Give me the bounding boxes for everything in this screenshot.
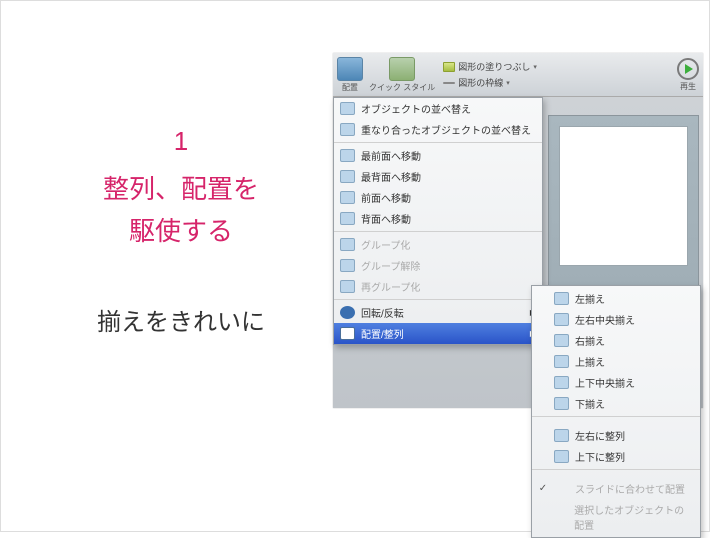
fill-icon [443, 62, 455, 72]
menu-item-label: 前面へ移動 [361, 190, 411, 205]
menu-separator [334, 299, 542, 300]
menu-item-icon [340, 123, 355, 136]
menu-item-label: 再グループ化 [361, 279, 420, 294]
menu-item: グループ化 [334, 234, 542, 255]
menu-item-icon [340, 306, 355, 319]
menu-item[interactable]: 背面へ移動 [334, 208, 542, 229]
ribbon-toolbar: 配置 クイック スタイル 図形の塗りつぶし ▾ 図形の枠線 ▾ 再生 [333, 53, 703, 97]
menu-separator [532, 416, 700, 423]
submenu-item[interactable]: 左右中央揃え [532, 309, 700, 330]
menu-item-label: 回転/反転 [361, 305, 404, 320]
menu-item[interactable]: 最前面へ移動 [334, 145, 542, 166]
menu-item-icon [340, 259, 355, 272]
submenu-item[interactable]: 下揃え [532, 393, 700, 414]
menu-separator [334, 231, 542, 232]
play-icon [677, 58, 699, 80]
slide-preview [559, 126, 688, 266]
slide-subtitle: 揃えをきれいに [36, 302, 326, 337]
slide-title: 整列、配置を 駆使する [36, 169, 326, 252]
align-icon [554, 313, 569, 326]
shape-fill-button[interactable]: 図形の塗りつぶし ▾ [441, 59, 539, 74]
menu-item-label: グループ解除 [361, 258, 420, 273]
chevron-down-icon: ▾ [506, 79, 510, 87]
menu-item-label: 配置/整列 [361, 326, 404, 341]
arrange-icon [337, 57, 363, 81]
menu-item: 再グループ化 [334, 276, 542, 297]
submenu-item-label: 選択したオブジェクトの配置 [574, 502, 692, 532]
chevron-down-icon: ▾ [533, 63, 537, 71]
menu-item-icon [340, 170, 355, 183]
outline-icon [443, 82, 455, 84]
quick-style-button[interactable]: クイック スタイル [369, 57, 435, 93]
menu-item-icon [340, 238, 355, 251]
menu-item-label: 重なり合ったオブジェクトの並べ替え [361, 122, 531, 137]
submenu-item-label: 上揃え [575, 354, 605, 369]
check-icon: ✓ [538, 483, 548, 494]
menu-item-icon [340, 280, 355, 293]
align-submenu: 左揃え左右中央揃え右揃え上揃え上下中央揃え下揃え左右に整列上下に整列 ✓ スライドに… [531, 285, 701, 538]
align-icon [554, 429, 569, 442]
submenu-item-label: 左右中央揃え [575, 312, 635, 327]
align-icon [554, 355, 569, 368]
submenu-item[interactable]: 上揃え [532, 351, 700, 372]
submenu-item-label: 下揃え [575, 396, 605, 411]
align-icon [554, 292, 569, 305]
align-icon [554, 334, 569, 347]
submenu-item-label: 上下に整列 [575, 449, 625, 464]
menu-item-label: 最前面へ移動 [361, 148, 421, 163]
play-button[interactable]: 再生 [677, 58, 699, 92]
submenu-item-label: スライドに合わせて配置 [575, 481, 685, 496]
slide-text-block: 1 整列、配置を 駆使する 揃えをきれいに [36, 126, 326, 337]
submenu-item-label: 右揃え [575, 333, 605, 348]
powerpoint-window: 配置 クイック スタイル 図形の塗りつぶし ▾ 図形の枠線 ▾ 再生 オブジ [333, 53, 703, 408]
menu-item-icon [340, 212, 355, 225]
submenu-item-label: 左右に整列 [575, 428, 625, 443]
menu-separator [334, 142, 542, 143]
menu-item-label: 最背面へ移動 [361, 169, 421, 184]
menu-item-label: オブジェクトの並べ替え [361, 101, 471, 116]
submenu-item[interactable]: 右揃え [532, 330, 700, 351]
menu-item[interactable]: 重なり合ったオブジェクトの並べ替え [334, 119, 542, 140]
submenu-item[interactable]: 左揃え [532, 288, 700, 309]
menu-item-icon [340, 191, 355, 204]
submenu-item[interactable]: 左右に整列 [532, 425, 700, 446]
align-icon [554, 450, 569, 463]
submenu-item-label: 上下中央揃え [575, 375, 635, 390]
menu-item-label: 背面へ移動 [361, 211, 411, 226]
arrange-button[interactable]: 配置 [337, 57, 363, 93]
menu-separator [532, 469, 700, 476]
menu-item[interactable]: 配置/整列▶ [334, 323, 542, 344]
shape-outline-button[interactable]: 図形の枠線 ▾ [441, 75, 539, 90]
align-icon [554, 397, 569, 410]
arrange-menu: オブジェクトの並べ替え重なり合ったオブジェクトの並べ替え最前面へ移動最背面へ移動… [333, 97, 543, 345]
menu-item[interactable]: 前面へ移動 [334, 187, 542, 208]
menu-item[interactable]: 回転/反転▶ [334, 302, 542, 323]
menu-item[interactable]: オブジェクトの並べ替え [334, 98, 542, 119]
submenu-item[interactable]: 上下に整列 [532, 446, 700, 467]
slide-number: 1 [36, 126, 326, 157]
submenu-item[interactable]: 上下中央揃え [532, 372, 700, 393]
submenu-item: 選択したオブジェクトの配置 [532, 499, 700, 535]
submenu-item-label: 左揃え [575, 291, 605, 306]
menu-item-icon [340, 149, 355, 162]
quick-style-icon [389, 57, 415, 81]
menu-item: グループ解除 [334, 255, 542, 276]
menu-item-icon [340, 327, 355, 340]
menu-item-icon [340, 102, 355, 115]
submenu-item: ✓ スライドに合わせて配置 [532, 478, 700, 499]
menu-item[interactable]: 最背面へ移動 [334, 166, 542, 187]
align-icon [554, 376, 569, 389]
menu-item-label: グループ化 [361, 237, 410, 252]
